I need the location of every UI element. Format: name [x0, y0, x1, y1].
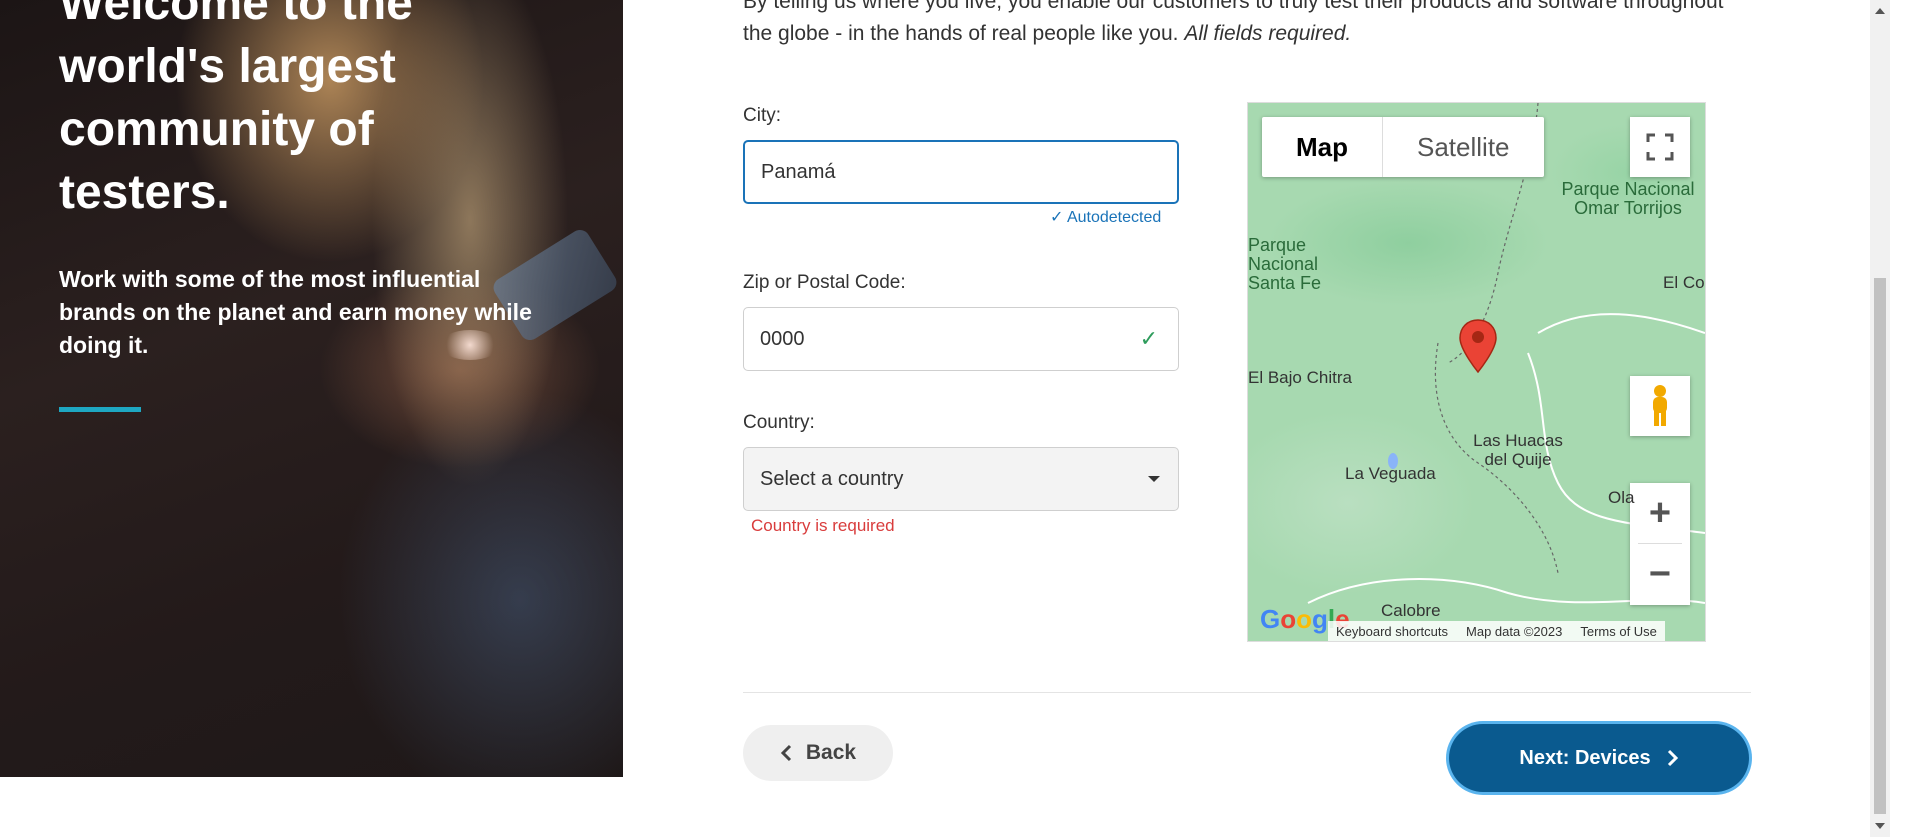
map-type-map-button[interactable]: Map [1262, 117, 1383, 177]
place-el-bajo-chitra: El Bajo Chitra [1248, 368, 1352, 387]
hero-subtitle: Work with some of the most influential b… [59, 266, 532, 358]
country-label: Country: [743, 412, 815, 433]
check-icon: ✓ [1050, 209, 1064, 226]
place-ola: Ola [1608, 488, 1635, 507]
map-type-toggle: Map Satellite [1262, 117, 1544, 177]
chevron-left-icon [780, 744, 791, 762]
pegman-icon [1653, 385, 1667, 426]
fullscreen-icon [1646, 133, 1674, 161]
hero-title: Welcome to the world's largest community… [59, 0, 413, 219]
zip-input[interactable]: 0000 ✓ [743, 307, 1179, 371]
hero-panel: Welcome to the world's largest community… [0, 0, 623, 777]
map-type-satellite-button[interactable]: Satellite [1383, 117, 1544, 177]
zoom-controls: + − [1630, 483, 1690, 605]
scroll-down-icon[interactable] [1875, 823, 1885, 829]
country-error: Country is required [751, 516, 895, 535]
hero-accent-bar [59, 407, 141, 412]
check-icon: ✓ [1139, 326, 1158, 351]
place-el-co: El Co [1663, 273, 1705, 292]
street-view-button[interactable] [1630, 376, 1690, 436]
autodetected-note: ✓ Autodetected [1050, 207, 1161, 227]
map-footer: Keyboard shortcuts Map data ©2023 Terms … [1328, 621, 1665, 641]
zip-value: 0000 [760, 327, 805, 350]
caret-down-icon [1148, 476, 1160, 482]
keyboard-shortcuts-link[interactable]: Keyboard shortcuts [1336, 624, 1448, 639]
place-parque-omar: Parque Nacional Omar Torrijos [1561, 179, 1695, 218]
place-las-huacas: Las Huacas del Quije [1473, 431, 1563, 469]
required-note: All fields required. [1184, 22, 1352, 45]
country-placeholder: Select a country [760, 467, 904, 490]
next-label: Next: Devices [1519, 746, 1651, 769]
place-la-veguada: La Veguada [1345, 464, 1436, 483]
fullscreen-button[interactable] [1630, 117, 1690, 177]
next-devices-button[interactable]: Next: Devices [1449, 724, 1749, 792]
back-button[interactable]: Back [743, 725, 893, 781]
divider [743, 692, 1751, 693]
intro-text: By telling us where you live, you enable… [743, 0, 1743, 50]
city-input[interactable]: Panamá [743, 140, 1179, 204]
back-label: Back [805, 741, 857, 764]
minus-icon[interactable]: − [1630, 544, 1690, 604]
scrollbar-thumb[interactable] [1874, 278, 1886, 814]
autodetected-label: Autodetected [1066, 209, 1162, 226]
place-calobre: Calobre [1381, 601, 1441, 620]
zip-label: Zip or Postal Code: [743, 272, 906, 293]
place-parque-santa-fe: Parque Nacional Santa Fe [1248, 235, 1322, 293]
map-data-text: Map data ©2023 [1466, 623, 1563, 639]
plus-icon[interactable]: + [1630, 483, 1690, 543]
scroll-up-icon[interactable] [1875, 8, 1885, 14]
country-select[interactable]: Select a country [743, 447, 1179, 511]
city-label: City: [743, 105, 781, 126]
terms-link[interactable]: Terms of Use [1580, 624, 1657, 639]
chevron-right-icon [1667, 749, 1678, 767]
map-pin-icon[interactable] [1458, 318, 1498, 374]
scrollbar[interactable] [1870, 0, 1890, 837]
city-value: Panamá [761, 160, 836, 183]
map[interactable]: Map Satellite + − Parque Nacional Omar T… [1247, 102, 1706, 642]
